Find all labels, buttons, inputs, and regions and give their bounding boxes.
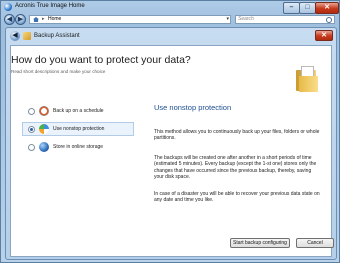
app-window: Acronis True Image Home – □ ✕ ◀ ▶ ▸ Home…	[0, 0, 340, 263]
detail-title: Use nonstop protection	[154, 103, 232, 112]
maximize-button[interactable]: □	[299, 2, 316, 14]
back-button[interactable]: ◀	[4, 14, 15, 25]
navigation-bar: ◀ ▶ ▸ Home ▾ Search	[1, 14, 339, 26]
clock-icon	[39, 106, 49, 116]
dialog-title: Backup Assistant	[34, 33, 80, 39]
dialog-back-button[interactable]: ◀	[10, 31, 20, 41]
backup-assistant-dialog: ◀ Backup Assistant ✕ How do you want to …	[5, 27, 337, 260]
forward-button[interactable]: ▶	[15, 14, 26, 25]
option-nonstop[interactable]: Use nonstop protection	[22, 122, 134, 136]
nonstop-icon	[39, 124, 49, 134]
option-schedule[interactable]: Back up on a schedule	[22, 104, 134, 118]
address-bar[interactable]: ▸ Home ▾	[29, 15, 231, 24]
cancel-button[interactable]: Cancel	[296, 238, 334, 248]
radio-nonstop[interactable]	[28, 126, 35, 133]
minimize-button[interactable]: –	[283, 2, 300, 14]
option-online-storage[interactable]: Store in online storage	[22, 140, 134, 154]
option-label: Back up on a schedule	[53, 108, 104, 114]
radio-online-storage[interactable]	[28, 144, 35, 151]
close-icon: ✕	[324, 4, 330, 11]
online-storage-icon	[39, 142, 49, 152]
start-backup-configuring-button[interactable]: Start backup configuring	[230, 238, 290, 248]
acronis-app-icon	[4, 3, 12, 11]
option-label: Use nonstop protection	[53, 126, 105, 132]
backup-assistant-icon	[23, 32, 31, 40]
search-placeholder: Search	[238, 16, 254, 22]
page-heading: How do you want to protect your data?	[11, 54, 191, 66]
folder-icon	[296, 66, 318, 92]
detail-paragraph: The backups will be created one after an…	[154, 155, 317, 181]
option-label: Store in online storage	[53, 144, 104, 150]
maximize-icon: □	[305, 4, 310, 11]
address-text: Home	[48, 16, 62, 22]
window-title-bar: Acronis True Image Home – □ ✕	[1, 1, 339, 14]
page-subheading: Read short descriptions and make your ch…	[11, 69, 106, 74]
detail-paragraph: In case of a disaster you will be able t…	[154, 191, 320, 204]
address-separator: ▸	[42, 16, 45, 22]
radio-schedule[interactable]	[28, 108, 35, 115]
detail-paragraph: This method allows you to continuously b…	[154, 129, 320, 142]
close-window-button[interactable]: ✕	[315, 2, 339, 14]
chevron-down-icon[interactable]: ▾	[226, 16, 229, 23]
radio-selected-dot	[30, 128, 33, 131]
minimize-icon: –	[289, 4, 294, 11]
home-icon	[33, 17, 39, 22]
dialog-close-button[interactable]: ✕	[315, 30, 333, 41]
search-icon[interactable]	[326, 17, 332, 23]
dialog-title-bar: ◀ Backup Assistant ✕	[6, 28, 336, 45]
window-title: Acronis True Image Home	[15, 3, 85, 9]
search-input[interactable]: Search	[235, 15, 335, 24]
